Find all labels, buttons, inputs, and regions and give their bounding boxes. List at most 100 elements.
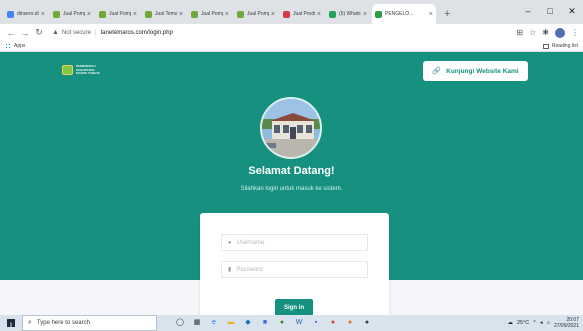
tab-title: Jual Pomp <box>63 11 85 17</box>
tab-favicon-icon <box>191 10 198 18</box>
visit-website-button[interactable]: 🔗 Kunjungi Website Kami <box>423 61 528 81</box>
taskbar-app-app-dark[interactable]: ● <box>362 318 372 328</box>
taskbar-app-vscode[interactable]: ◆ <box>243 318 253 328</box>
tab-favicon-icon <box>53 10 60 18</box>
password-placeholder: Password <box>236 266 263 273</box>
taskbar-app-word[interactable]: W <box>294 318 304 328</box>
url-text[interactable]: tanetemaros.com/login.php <box>101 30 173 36</box>
taskbar-app-app-blue[interactable]: ■ <box>260 318 270 328</box>
clock-date: 27/09/2021 <box>553 323 579 329</box>
browser-tab[interactable]: Jual Tema × <box>142 4 186 24</box>
taskbar-app-chrome[interactable]: ● <box>277 318 287 328</box>
tab-title: Jual Pomp <box>109 11 131 17</box>
username-field[interactable]: ● Username <box>221 234 368 251</box>
welcome-subtitle: Silahkan login untuk masuk ke sistem. <box>240 186 343 192</box>
site-brand[interactable]: PEMERINTAH KABUPATEN MAROS TANETE <box>62 64 100 76</box>
taskbar-app-task-view[interactable]: ◯ <box>175 318 185 328</box>
browser-tab[interactable]: dinsero.di × <box>4 4 48 24</box>
taskbar-app-edge[interactable]: e <box>209 318 219 328</box>
brand-line-3: MAROS TANETE <box>76 71 100 75</box>
translate-icon[interactable]: ⊞ <box>516 28 523 37</box>
tab-favicon-icon <box>329 10 336 18</box>
username-placeholder: Username <box>236 239 265 246</box>
windows-logo-icon <box>7 319 15 327</box>
clock[interactable]: 20:07 27/09/2021 <box>554 317 579 329</box>
address-separator: | <box>94 29 97 36</box>
sign-in-button[interactable]: Sign in <box>275 299 313 315</box>
tab-title: Jual Tema <box>155 11 177 17</box>
brand-text: PEMERINTAH KABUPATEN MAROS TANETE <box>76 64 100 76</box>
password-field[interactable]: ▮ Password <box>221 261 368 278</box>
tray-chevron-icon[interactable]: ^ <box>533 320 536 326</box>
tab-favicon-icon <box>7 10 14 18</box>
extensions-icon[interactable]: ✱ <box>542 28 549 37</box>
speaker-icon[interactable]: ◂ <box>540 320 543 326</box>
tab-close-icon[interactable]: × <box>363 11 367 18</box>
network-icon[interactable]: ⌂ <box>547 320 550 326</box>
apps-grid-icon[interactable] <box>5 43 11 49</box>
warning-icon: ▲ <box>52 29 59 36</box>
tab-title: (5) Whats <box>339 11 361 17</box>
bookmarks-bar: Apps Reading list <box>0 41 583 52</box>
tab-title: PENGELO... <box>385 11 414 17</box>
tab-active[interactable]: PENGELO... × <box>372 4 436 24</box>
browser-toolbar: ← → ↻ ▲ Not secure | tanetemaros.com/log… <box>0 24 583 41</box>
reading-list-label: Reading list <box>551 43 578 49</box>
weather-temp[interactable]: 25°C <box>517 320 529 326</box>
reading-list-icon <box>542 43 549 49</box>
bookmark-apps[interactable]: Apps <box>14 43 25 49</box>
browser-tab[interactable]: Jual Produ × <box>280 4 324 24</box>
tab-close-icon[interactable]: × <box>179 11 183 18</box>
minimize-button[interactable]: – <box>517 0 539 22</box>
reload-icon[interactable]: ↻ <box>32 27 46 38</box>
taskbar-app-firefox[interactable]: ● <box>345 318 355 328</box>
tab-close-icon[interactable]: × <box>41 11 45 18</box>
link-icon: 🔗 <box>432 68 442 75</box>
login-card: ● Username ▮ Password Sign in <box>200 213 389 315</box>
tab-close-icon[interactable]: × <box>87 11 91 18</box>
browser-tab[interactable]: Jual Pomp × <box>50 4 94 24</box>
tab-favicon-icon <box>145 10 152 18</box>
bookmark-star-icon[interactable]: ☆ <box>529 28 536 37</box>
windows-taskbar: ⌕ Type here to search ◯ ▦ e ▬ ◆ ■ ● W ▪ ● ● ● ☁ 25°… <box>0 315 583 331</box>
tab-close-icon[interactable]: × <box>271 11 275 18</box>
taskbar-apps: ◯ ▦ e ▬ ◆ ■ ● W ▪ ● ● ● <box>175 318 372 328</box>
tab-favicon-icon <box>99 10 106 18</box>
tab-close-icon[interactable]: × <box>317 11 321 18</box>
tab-close-icon[interactable]: × <box>429 11 433 18</box>
taskbar-app-app-cam[interactable]: ▪ <box>311 318 321 328</box>
site-logo <box>62 65 73 76</box>
tab-close-icon[interactable]: × <box>225 11 229 18</box>
maximize-button[interactable]: □ <box>539 0 561 22</box>
close-window-button[interactable]: ✕ <box>561 0 583 22</box>
taskbar-search[interactable]: ⌕ Type here to search <box>22 315 157 331</box>
browser-tab[interactable]: Jual Pomp × <box>234 4 278 24</box>
security-label: Not secure <box>61 29 91 36</box>
address-bar[interactable]: ▲ Not secure | tanetemaros.com/login.php <box>52 26 512 39</box>
menu-kebab-icon[interactable]: ⋮ <box>571 28 579 37</box>
office-building-photo <box>260 97 322 159</box>
taskbar-search-placeholder: Type here to search <box>36 320 90 326</box>
profile-avatar[interactable] <box>555 27 565 38</box>
tab-title: Jual Pomp <box>247 11 269 17</box>
weather-icon[interactable]: ☁ <box>507 320 513 326</box>
back-icon[interactable]: ← <box>4 28 18 38</box>
tab-favicon-icon <box>283 10 290 18</box>
welcome-title: Selamat Datang! <box>248 165 335 177</box>
taskbar-app-explorer[interactable]: ▬ <box>226 318 236 328</box>
reading-list-button[interactable]: Reading list <box>542 43 578 49</box>
browser-tab[interactable]: (5) Whats × <box>326 4 370 24</box>
tab-close-icon[interactable]: × <box>133 11 137 18</box>
browser-tab[interactable]: Jual Pomp × <box>188 4 232 24</box>
tab-favicon-icon <box>237 10 244 18</box>
browser-tab-strip: dinsero.di × Jual Pomp × Jual Pomp × Jual Tema… <box>0 0 583 24</box>
taskbar-app-chrome-2[interactable]: ● <box>328 318 338 328</box>
browser-tab[interactable]: Jual Pomp × <box>96 4 140 24</box>
taskbar-app-store[interactable]: ▦ <box>192 318 202 328</box>
tab-title: Jual Pomp <box>201 11 223 17</box>
new-tab-button[interactable]: + <box>444 4 450 24</box>
system-tray: ☁ 25°C ^ ◂ ⌂ 20:07 27/09/2021 <box>507 317 583 329</box>
lock-icon: ▮ <box>228 267 232 273</box>
start-button[interactable] <box>0 319 22 327</box>
forward-icon[interactable]: → <box>18 28 32 38</box>
